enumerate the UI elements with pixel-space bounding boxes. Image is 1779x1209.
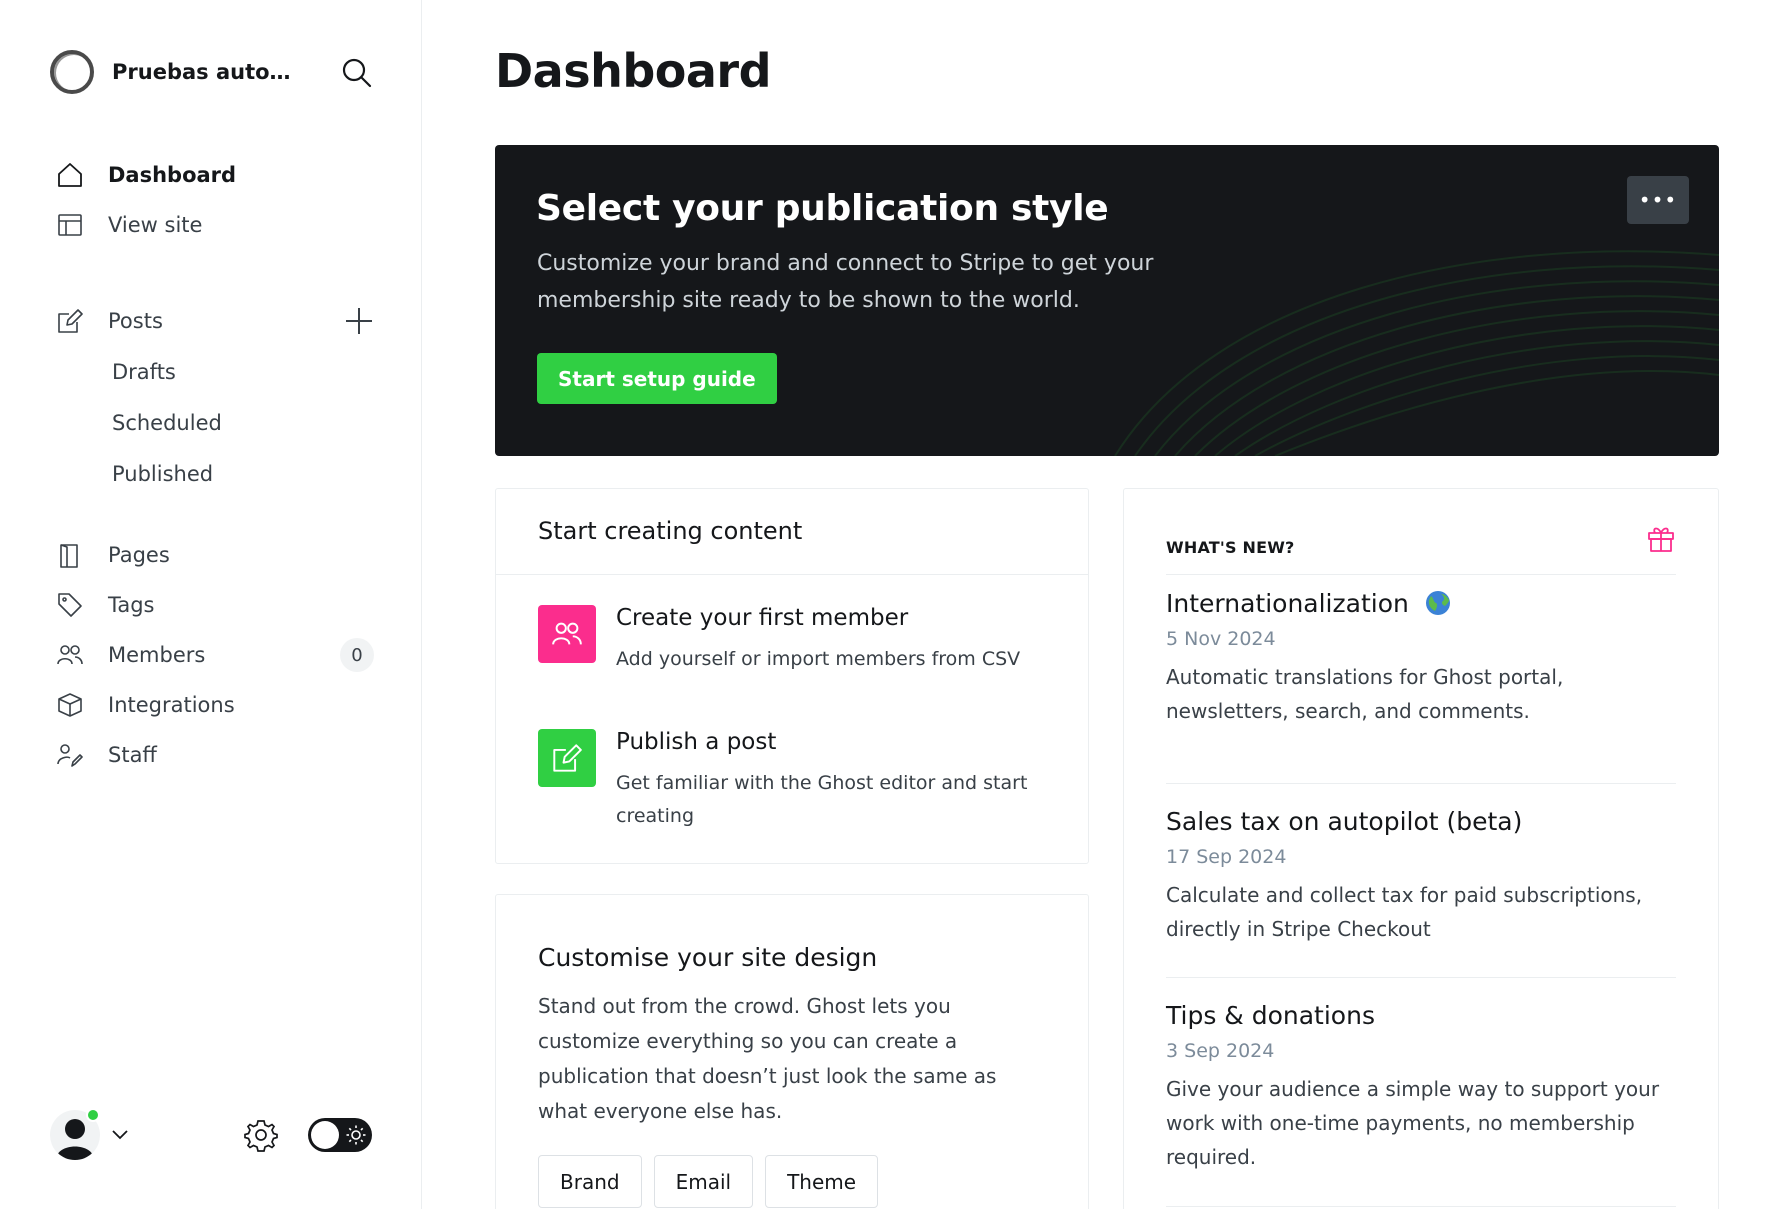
news-title-text: Internationalization bbox=[1166, 589, 1409, 618]
nav-label: Members bbox=[108, 643, 206, 667]
nav-label: Dashboard bbox=[108, 163, 237, 187]
whats-new-card: WHAT'S NEW? Internationalization 5 Nov 2… bbox=[1123, 488, 1719, 1209]
nav-drafts[interactable]: Drafts bbox=[56, 346, 386, 397]
page-icon bbox=[56, 541, 84, 569]
nav-tags[interactable]: Tags bbox=[56, 580, 386, 630]
news-description: Automatic translations for Ghost portal,… bbox=[1166, 665, 1564, 723]
nav-published[interactable]: Published bbox=[56, 448, 386, 499]
card-description: Stand out from the crowd. Ghost lets you… bbox=[538, 994, 997, 1123]
new-post-plus-icon[interactable] bbox=[344, 306, 374, 336]
news-description: Give your audience a simple way to suppo… bbox=[1166, 1077, 1660, 1169]
gift-icon[interactable] bbox=[1646, 523, 1676, 553]
nav-label: Tags bbox=[108, 593, 155, 617]
members-count-badge: 0 bbox=[340, 638, 374, 672]
staff-icon bbox=[56, 741, 84, 769]
nav-label: Integrations bbox=[108, 693, 235, 717]
news-item[interactable]: Internationalization 5 Nov 2024 Automati… bbox=[1166, 589, 1676, 784]
news-title: Internationalization bbox=[1166, 589, 1676, 618]
home-icon bbox=[56, 161, 84, 189]
card-title: Customise your site design bbox=[538, 943, 878, 972]
news-date: 5 Nov 2024 bbox=[1166, 628, 1276, 650]
nav-label: Posts bbox=[108, 309, 163, 333]
tag-icon bbox=[56, 591, 84, 619]
sidebar-footer bbox=[50, 1108, 380, 1166]
edit-icon bbox=[56, 307, 84, 335]
search-icon[interactable] bbox=[340, 56, 374, 90]
start-setup-guide-button[interactable]: Start setup guide bbox=[537, 353, 777, 404]
news-title: Sales tax on autopilot (beta) bbox=[1166, 807, 1523, 836]
edit-icon bbox=[538, 729, 596, 787]
design-buttons: Brand Email Theme bbox=[538, 1155, 879, 1208]
task-title: Publish a post bbox=[616, 729, 777, 755]
nav-members[interactable]: Members 0 bbox=[56, 630, 386, 680]
email-button[interactable]: Email bbox=[653, 1155, 754, 1208]
toggle-knob bbox=[311, 1121, 339, 1149]
page-title: Dashboard bbox=[495, 44, 772, 98]
primary-nav: Dashboard View site bbox=[56, 150, 386, 250]
chevron-down-icon[interactable] bbox=[110, 1124, 130, 1144]
nav-integrations[interactable]: Integrations bbox=[56, 680, 386, 730]
nav-dashboard[interactable]: Dashboard bbox=[56, 150, 386, 200]
theme-toggle[interactable] bbox=[308, 1118, 372, 1152]
layout-icon bbox=[56, 211, 84, 239]
news-date: 3 Sep 2024 bbox=[1166, 1040, 1275, 1062]
site-logo bbox=[50, 50, 94, 94]
members-icon bbox=[56, 641, 84, 669]
nav-staff[interactable]: Staff bbox=[56, 730, 386, 780]
task-description: Get familiar with the Ghost editor and s… bbox=[616, 772, 1028, 827]
task-create-member[interactable]: Create your first member Add yourself or… bbox=[538, 605, 1058, 695]
nav-view-site[interactable]: View site bbox=[56, 200, 386, 250]
news-description: Calculate and collect tax for paid subsc… bbox=[1166, 883, 1643, 941]
site-brand[interactable]: Pruebas automa... bbox=[50, 50, 312, 94]
news-date: 17 Sep 2024 bbox=[1166, 846, 1287, 868]
online-status-dot bbox=[86, 1108, 100, 1122]
news-item[interactable]: Tips & donations 3 Sep 2024 Give your au… bbox=[1166, 977, 1676, 1207]
banner-description: Customize your brand and connect to Stri… bbox=[537, 251, 1154, 313]
brand-button[interactable]: Brand bbox=[538, 1155, 642, 1208]
whats-new-header: WHAT'S NEW? bbox=[1166, 519, 1676, 575]
whats-new-label: WHAT'S NEW? bbox=[1166, 538, 1295, 557]
publication-style-banner: Select your publication style Customize … bbox=[495, 145, 1719, 456]
site-name: Pruebas automa... bbox=[112, 60, 312, 84]
banner-title: Select your publication style bbox=[536, 188, 1109, 229]
nav-pages[interactable]: Pages bbox=[56, 530, 386, 580]
nav-label: View site bbox=[108, 213, 203, 237]
nav-label: Pages bbox=[108, 543, 170, 567]
task-title: Create your first member bbox=[616, 605, 909, 631]
site-nav: Pages Tags Members 0 Integrations Staff bbox=[56, 530, 386, 780]
more-options-button[interactable]: ••• bbox=[1627, 176, 1689, 224]
news-item[interactable]: Sales tax on autopilot (beta) 17 Sep 202… bbox=[1166, 783, 1676, 978]
sidebar: Pruebas automa... Dashboard View site Po… bbox=[0, 0, 422, 1209]
nav-posts[interactable]: Posts bbox=[56, 296, 386, 346]
nav-scheduled[interactable]: Scheduled bbox=[56, 397, 386, 448]
news-title: Tips & donations bbox=[1166, 1001, 1375, 1030]
theme-button[interactable]: Theme bbox=[765, 1155, 879, 1208]
customise-design-card: Customise your site design Stand out fro… bbox=[495, 894, 1089, 1209]
nav-label: Staff bbox=[108, 743, 157, 767]
start-creating-card: Start creating content Create your first… bbox=[495, 488, 1089, 864]
cube-icon bbox=[56, 691, 84, 719]
card-title: Start creating content bbox=[496, 489, 1088, 575]
members-icon bbox=[538, 605, 596, 663]
gear-icon[interactable] bbox=[244, 1118, 278, 1152]
sun-icon bbox=[346, 1125, 366, 1145]
globe-icon bbox=[1425, 591, 1450, 615]
task-publish-post[interactable]: Publish a post Get familiar with the Gho… bbox=[538, 729, 1058, 839]
task-description: Add yourself or import members from CSV bbox=[616, 648, 1021, 670]
content-nav: Posts Drafts Scheduled Published bbox=[56, 296, 386, 499]
